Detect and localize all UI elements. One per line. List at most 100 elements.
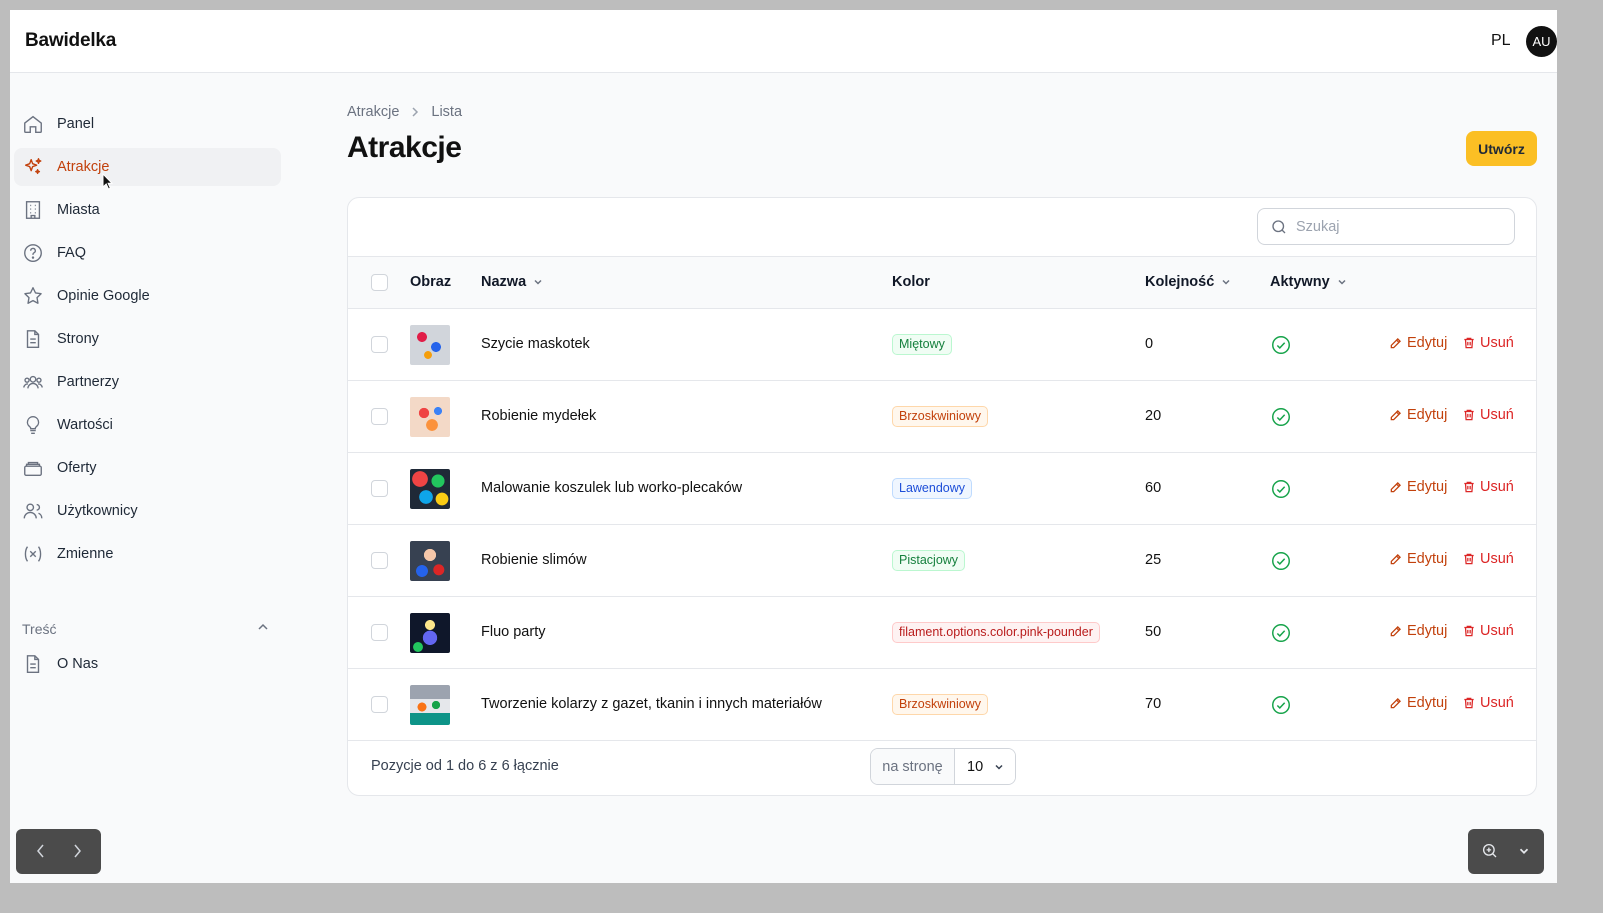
- brand-logo[interactable]: Bawidelka: [25, 30, 116, 52]
- sidebar-item-miasta[interactable]: Miasta: [14, 191, 281, 229]
- edit-button[interactable]: Edytuj: [1389, 335, 1447, 351]
- back-icon[interactable]: [32, 842, 50, 860]
- column-label: Obraz: [410, 274, 452, 290]
- sidebar-item-uzytkownicy[interactable]: Użytkownicy: [14, 492, 281, 530]
- attraction-name: Szycie maskotek: [481, 336, 590, 352]
- delete-button[interactable]: Usuń: [1462, 695, 1514, 711]
- row-checkbox[interactable]: [371, 408, 388, 425]
- column-name-header[interactable]: Nazwa: [481, 274, 544, 290]
- search-box[interactable]: [1257, 208, 1515, 245]
- search-input[interactable]: [1296, 216, 1496, 238]
- attraction-image: [410, 613, 450, 653]
- per-page-select[interactable]: na stronę 10: [870, 748, 1016, 785]
- table-row[interactable]: Robienie mydełek Brzoskwiniowy 20 Edytuj…: [348, 381, 1536, 453]
- chevron-down-icon: [1222, 279, 1230, 285]
- delete-label: Usuń: [1480, 623, 1514, 639]
- question-circle-icon: [24, 244, 42, 262]
- edit-button[interactable]: Edytuj: [1389, 551, 1447, 567]
- trash-icon: [1464, 553, 1474, 565]
- breadcrumb-parent[interactable]: Atrakcje: [347, 104, 399, 120]
- edit-button[interactable]: Edytuj: [1389, 479, 1447, 495]
- nav-group-label[interactable]: Treść: [22, 621, 56, 637]
- stack-icon: [24, 461, 42, 477]
- table-row[interactable]: Malowanie koszulek lub worko-plecaków La…: [348, 453, 1536, 525]
- edit-label: Edytuj: [1407, 623, 1448, 639]
- attraction-image: [410, 541, 450, 581]
- delete-button[interactable]: Usuń: [1462, 335, 1514, 351]
- color-badge: Lawendowy: [892, 478, 973, 499]
- chevron-down-icon: [1338, 279, 1346, 285]
- edit-label: Edytuj: [1407, 335, 1448, 351]
- trash-icon: [1464, 481, 1474, 493]
- sidebar-item-faq[interactable]: FAQ: [14, 234, 281, 272]
- table-row[interactable]: Tworzenie kolarzy z gazet, tkanin i inny…: [348, 669, 1536, 741]
- forward-icon[interactable]: [68, 842, 86, 860]
- column-active-header[interactable]: Aktywny: [1270, 274, 1348, 290]
- building-icon: [25, 201, 41, 219]
- column-label: Nazwa: [481, 274, 527, 290]
- table-row[interactable]: Robienie slimów Pistacjowy 25 Edytuj Usu…: [348, 525, 1536, 597]
- trash-icon: [1464, 697, 1474, 709]
- chevron-down-icon: [534, 279, 542, 285]
- breadcrumb: Atrakcje Lista: [347, 104, 462, 120]
- check-circle-icon: [1272, 408, 1290, 426]
- order-value: 50: [1145, 624, 1162, 640]
- sidebar-item-panel[interactable]: Panel: [14, 105, 281, 143]
- row-checkbox[interactable]: [371, 336, 388, 353]
- edit-icon: [1390, 482, 1401, 493]
- row-checkbox[interactable]: [371, 552, 388, 569]
- attraction-image: [410, 469, 450, 509]
- document-icon: [26, 330, 40, 348]
- sidebar-item-opinie-google[interactable]: Opinie Google: [14, 277, 281, 315]
- check-circle-icon: [1272, 480, 1290, 498]
- trash-icon: [1464, 409, 1474, 421]
- zoom-in-icon[interactable]: [1481, 842, 1499, 860]
- sidebar-item-wartosci[interactable]: Wartości: [14, 406, 281, 444]
- per-page-dropdown[interactable]: 10: [955, 749, 1015, 784]
- row-checkbox[interactable]: [371, 696, 388, 713]
- sidebar-item-oferty[interactable]: Oferty: [14, 449, 281, 487]
- order-value: 20: [1145, 408, 1162, 424]
- sidebar-item-label: Panel: [57, 116, 95, 132]
- sidebar-item-label: Miasta: [57, 202, 100, 218]
- chevron-right-icon: [412, 107, 419, 117]
- sidebar-item-label: FAQ: [57, 245, 87, 261]
- column-order-header[interactable]: Kolejność: [1145, 274, 1232, 290]
- edit-icon: [1390, 554, 1401, 565]
- avatar[interactable]: AU: [1526, 26, 1557, 57]
- chevron-up-icon[interactable]: [255, 619, 271, 635]
- edit-label: Edytuj: [1407, 551, 1448, 567]
- table-row[interactable]: Fluo party filament.options.color.pink-p…: [348, 597, 1536, 669]
- sidebar-item-partnerzy[interactable]: Partnerzy: [14, 363, 281, 401]
- lightbulb-icon: [26, 416, 40, 434]
- edit-icon: [1390, 410, 1401, 421]
- delete-button[interactable]: Usuń: [1462, 479, 1514, 495]
- edit-button[interactable]: Edytuj: [1389, 695, 1447, 711]
- check-circle-icon: [1272, 336, 1290, 354]
- table-row[interactable]: Szycie maskotek Miętowy 0 Edytuj Usuń: [348, 309, 1536, 381]
- row-checkbox[interactable]: [371, 624, 388, 641]
- sidebar-item-zmienne[interactable]: Zmienne: [14, 535, 281, 573]
- sidebar-item-label: Wartości: [57, 417, 113, 433]
- sidebar-item-strony[interactable]: Strony: [14, 320, 281, 358]
- sidebar-item-label: O Nas: [57, 656, 99, 672]
- row-checkbox[interactable]: [371, 480, 388, 497]
- chevron-down-icon[interactable]: [1517, 844, 1531, 858]
- star-icon: [24, 287, 42, 304]
- delete-button[interactable]: Usuń: [1462, 623, 1514, 639]
- column-color-header: Kolor: [892, 274, 930, 290]
- edit-button[interactable]: Edytuj: [1389, 407, 1447, 423]
- create-button[interactable]: Utwórz: [1466, 131, 1537, 166]
- sidebar-item-o-nas[interactable]: O Nas: [14, 645, 281, 683]
- edit-button[interactable]: Edytuj: [1389, 623, 1447, 639]
- delete-button[interactable]: Usuń: [1462, 407, 1514, 423]
- language-switcher[interactable]: PL: [1491, 32, 1511, 50]
- sidebar-item-atrakcje[interactable]: Atrakcje: [14, 148, 281, 186]
- table-header: Obraz Nazwa Kolor Kolejność Aktywny: [348, 256, 1536, 309]
- select-all-checkbox[interactable]: [371, 274, 388, 291]
- attraction-image: [410, 685, 450, 725]
- edit-label: Edytuj: [1407, 695, 1448, 711]
- delete-button[interactable]: Usuń: [1462, 551, 1514, 567]
- delete-label: Usuń: [1480, 551, 1514, 567]
- delete-label: Usuń: [1480, 407, 1514, 423]
